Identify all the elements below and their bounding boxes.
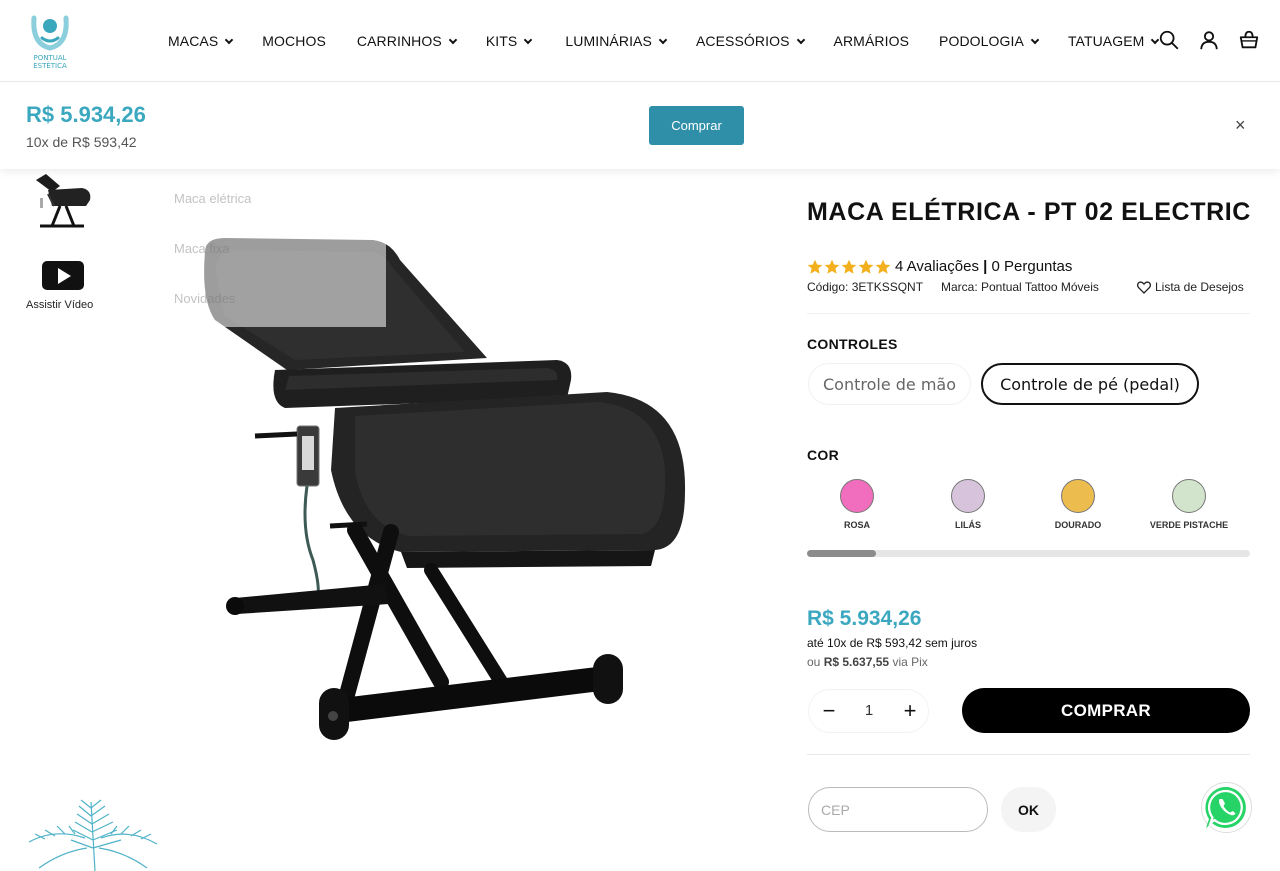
wishlist-label: Lista de Desejos (1155, 280, 1244, 294)
color-label-verde-pistache: VERDE PISTACHE (1149, 520, 1229, 530)
installments-text: até 10x de R$ 593,42 sem juros (807, 636, 978, 650)
logo-text: PONTUAL ESTÉTICA (33, 54, 67, 70)
nav-item-macas[interactable]: MACAS (168, 31, 234, 51)
chevron-down-icon (524, 35, 533, 44)
product-price: R$ 5.934,26 (807, 607, 922, 630)
star-icon (807, 259, 823, 274)
color-label-rosa: ROSA (843, 520, 870, 530)
color-swatch-rosa[interactable] (840, 479, 874, 513)
reviews-questions[interactable]: 4 Avaliações | 0 Perguntas (895, 258, 1072, 275)
site-logo[interactable]: PONTUAL ESTÉTICA (26, 10, 74, 72)
wishlist-link[interactable]: Lista de Desejos (1137, 280, 1244, 294)
star-icon (841, 259, 857, 274)
pix-price: ou R$ 5.637,55 via Pix (807, 655, 928, 669)
buy-button[interactable]: COMPRAR (962, 688, 1250, 733)
dropdown-item-maca-eletrica[interactable]: Maca elétrica (174, 191, 251, 206)
color-swatch-verde-pistache[interactable] (1172, 479, 1206, 513)
color-swatch-lilas[interactable] (951, 479, 985, 513)
cep-ok-button[interactable]: OK (1001, 787, 1056, 832)
cart-icon[interactable] (1238, 28, 1260, 52)
color-scrollbar-thumb[interactable] (807, 550, 876, 557)
sticky-installments: 10x de R$ 593,42 (26, 134, 137, 150)
main-nav: MACAS MOCHOS CARRINHOS KITS LUMINÁRIAS A… (168, 31, 1160, 51)
chevron-down-icon (225, 35, 234, 44)
search-icon[interactable] (1158, 28, 1180, 52)
close-icon[interactable]: × (1235, 115, 1246, 136)
divider (807, 754, 1250, 755)
color-label-lilas: LILÁS (955, 520, 981, 530)
palm-leaf-decoration (28, 799, 158, 871)
product-brand: Marca: Pontual Tattoo Móveis (941, 280, 1099, 294)
nav-item-podologia[interactable]: PODOLOGIA (939, 31, 1040, 51)
dropdown-item-novidades[interactable]: Novidades (174, 291, 235, 306)
product-code: Código: 3ETKSSQNT (807, 280, 924, 294)
account-icon[interactable] (1198, 28, 1220, 52)
color-label: COR (807, 447, 840, 463)
sticky-buy-button[interactable]: Comprar (649, 106, 744, 145)
color-label-dourado: DOURADO (1054, 520, 1102, 530)
color-swatch-dourado[interactable] (1061, 479, 1095, 513)
product-thumbnail[interactable] (30, 170, 96, 232)
site-header: PONTUAL ESTÉTICA MACAS MOCHOS CARRINHOS … (0, 0, 1280, 82)
nav-item-armarios[interactable]: ARMÁRIOS (834, 31, 909, 51)
cep-input[interactable] (808, 787, 988, 832)
sticky-buy-bar: R$ 5.934,26 10x de R$ 593,42 Comprar × (0, 83, 1280, 169)
option-hand-control[interactable]: Controle de mão (808, 363, 971, 405)
nav-item-kits[interactable]: KITS (486, 31, 533, 51)
chevron-down-icon (1030, 35, 1040, 44)
quantity-value[interactable]: 1 (856, 702, 882, 719)
controls-label: CONTROLES (807, 336, 898, 352)
heart-icon (1137, 280, 1151, 294)
pix-value: R$ 5.637,55 (823, 655, 890, 669)
star-icon (824, 259, 840, 274)
divider (807, 313, 1250, 314)
option-foot-pedal-control[interactable]: Controle de pé (pedal) (981, 363, 1199, 405)
dropdown-item-maca-fixa[interactable]: Maca fixa (174, 241, 230, 256)
nav-item-mochos[interactable]: MOCHOS (262, 31, 326, 51)
star-icon (858, 259, 874, 274)
product-title: MACA ELÉTRICA - PT 02 ELECTRIC (807, 198, 1251, 226)
nav-dropdown-menu: Maca elétrica Maca fixa Novidades (153, 170, 386, 327)
chevron-down-icon (796, 35, 805, 44)
reviews-divider: | (983, 258, 988, 275)
play-video-icon[interactable] (42, 261, 84, 290)
nav-item-tatuagem[interactable]: TATUAGEM (1068, 31, 1160, 51)
rating-stars (807, 259, 891, 275)
reviews-count[interactable]: 4 Avaliações (895, 258, 979, 275)
nav-item-luminarias[interactable]: LUMINÁRIAS (565, 31, 668, 51)
nav-item-carrinhos[interactable]: CARRINHOS (357, 31, 458, 51)
chevron-down-icon (658, 35, 668, 44)
questions-count[interactable]: 0 Perguntas (992, 258, 1073, 275)
watch-video-label[interactable]: Assistir Vídeo (26, 299, 93, 311)
quantity-stepper: − 1 + (808, 689, 929, 733)
nav-item-acessorios[interactable]: ACESSÓRIOS (696, 31, 805, 51)
header-actions (1158, 28, 1260, 52)
chevron-down-icon (448, 35, 458, 44)
increase-quantity-button[interactable]: + (897, 698, 923, 724)
star-icon (875, 259, 891, 274)
sticky-price: R$ 5.934,26 (26, 102, 146, 127)
logo-icon (31, 15, 69, 51)
whatsapp-icon[interactable] (1200, 781, 1253, 834)
decrease-quantity-button[interactable]: − (816, 698, 842, 724)
